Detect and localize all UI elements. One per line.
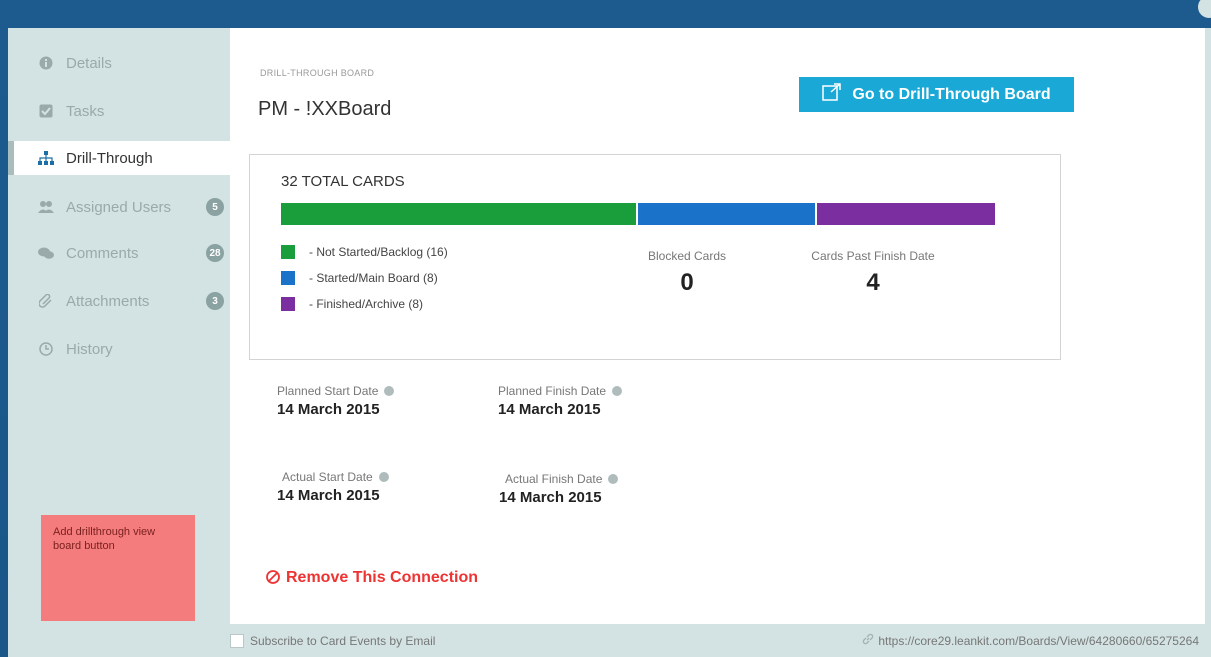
- planned-finish-date: Planned Finish Date 14 March 2015: [498, 384, 623, 418]
- help-icon[interactable]: [608, 474, 619, 484]
- legend-swatch: [281, 297, 295, 311]
- blocked-cards-label: Blocked Cards: [647, 249, 727, 263]
- remove-connection-label: Remove This Connection: [286, 569, 479, 586]
- sidebar-item-comments[interactable]: Comments 28: [8, 236, 230, 270]
- legend-item: - Finished/Archive (8): [281, 291, 448, 317]
- link-icon: [862, 633, 874, 648]
- planned-finish-label: Planned Finish Date: [498, 384, 607, 398]
- dialog-footer: Subscribe to Card Events by Email https:…: [230, 624, 1211, 657]
- sidebar-item-label: Tasks: [66, 102, 105, 120]
- past-finish-value: 4: [866, 269, 880, 296]
- card-summary-panel: 32 TOTAL CARDS - Not Started/Backlog (16…: [249, 154, 1061, 360]
- help-icon[interactable]: [378, 472, 389, 482]
- progress-bar: [281, 203, 995, 225]
- subscribe-label: Subscribe to Card Events by Email: [250, 633, 436, 648]
- progress-segment: [638, 203, 817, 225]
- legend-swatch: [281, 245, 295, 259]
- sidebar-item-history[interactable]: History: [8, 332, 230, 366]
- past-finish-stat: Cards Past Finish Date 4: [798, 249, 948, 297]
- section-eyebrow: DRILL-THROUGH BOARD: [260, 68, 375, 78]
- help-icon[interactable]: [384, 386, 395, 396]
- cancel-icon: [266, 569, 280, 587]
- total-cards: 32 TOTAL CARDS: [281, 173, 405, 190]
- actual-finish-label: Actual Finish Date: [505, 472, 603, 486]
- card-url[interactable]: https://core29.leankit.com/Boards/View/6…: [862, 624, 1199, 657]
- sidebar: Details Tasks Drill-Through Assigned Use…: [8, 28, 230, 657]
- planned-finish-value: 14 March 2015: [498, 401, 601, 418]
- board-title: PM - !XXBoard: [258, 98, 392, 120]
- sidebar-item-label: Comments: [66, 244, 139, 262]
- blocked-cards-value: 0: [680, 269, 694, 296]
- progress-legend: - Not Started/Backlog (16) - Started/Main…: [281, 239, 448, 317]
- sidebar-item-label: Details: [66, 54, 112, 72]
- sticky-note: Add drillthrough view board button: [41, 515, 195, 621]
- actual-finish-date: Actual Finish Date 14 March 2015: [499, 472, 619, 506]
- legend-label: - Not Started/Backlog (16): [309, 245, 448, 259]
- progress-segment: [816, 203, 995, 225]
- comments-icon: [38, 245, 54, 261]
- checkbox-icon: [38, 103, 54, 119]
- actual-start-value: 14 March 2015: [277, 487, 380, 504]
- go-to-drill-through-label: Go to Drill-Through Board: [852, 85, 1051, 103]
- clock-icon: [38, 341, 54, 357]
- external-link-icon: [822, 83, 842, 106]
- progress-segment: [281, 203, 638, 225]
- planned-start-date: Planned Start Date 14 March 2015: [277, 384, 395, 418]
- sidebar-item-assigned-users[interactable]: Assigned Users 5: [8, 190, 230, 224]
- sidebar-item-tasks[interactable]: Tasks: [8, 94, 230, 128]
- count-badge: 5: [206, 198, 224, 216]
- sidebar-item-details[interactable]: Details: [8, 46, 230, 80]
- planned-start-value: 14 March 2015: [277, 401, 380, 418]
- actual-finish-value: 14 March 2015: [499, 489, 602, 506]
- sidebar-item-attachments[interactable]: Attachments 3: [8, 284, 230, 318]
- main-panel: DRILL-THROUGH BOARD PM - !XXBoard Go to …: [230, 28, 1205, 624]
- hierarchy-icon: [38, 150, 54, 166]
- legend-label: - Finished/Archive (8): [309, 297, 424, 311]
- blocked-cards-stat: Blocked Cards 0: [632, 249, 742, 297]
- remove-connection-link[interactable]: Remove This Connection: [266, 569, 478, 587]
- go-to-drill-through-button[interactable]: Go to Drill-Through Board: [799, 77, 1074, 112]
- actual-start-label: Actual Start Date: [282, 470, 373, 484]
- help-icon[interactable]: [612, 386, 623, 396]
- count-badge: 28: [206, 244, 224, 262]
- sidebar-item-label: Drill-Through: [66, 149, 153, 167]
- past-finish-label: Cards Past Finish Date: [811, 249, 935, 263]
- subscribe-checkbox[interactable]: [230, 633, 244, 648]
- users-icon: [38, 199, 54, 215]
- sidebar-item-label: Attachments: [66, 292, 150, 310]
- legend-label: - Started/Main Board (8): [309, 271, 438, 285]
- paperclip-icon: [38, 293, 54, 309]
- legend-item: - Started/Main Board (8): [281, 265, 448, 291]
- card-url-text: https://core29.leankit.com/Boards/View/6…: [878, 633, 1199, 648]
- count-badge: 3: [206, 292, 224, 310]
- actual-start-date: Actual Start Date 14 March 2015: [277, 470, 389, 504]
- legend-item: - Not Started/Backlog (16): [281, 239, 448, 265]
- sidebar-item-label: History: [66, 340, 113, 358]
- sidebar-item-label: Assigned Users: [66, 198, 172, 216]
- card-dialog: Details Tasks Drill-Through Assigned Use…: [8, 28, 1211, 657]
- info-icon: [38, 55, 54, 71]
- legend-swatch: [281, 271, 295, 285]
- sidebar-item-drill-through[interactable]: Drill-Through: [8, 141, 230, 175]
- planned-start-label: Planned Start Date: [277, 384, 379, 398]
